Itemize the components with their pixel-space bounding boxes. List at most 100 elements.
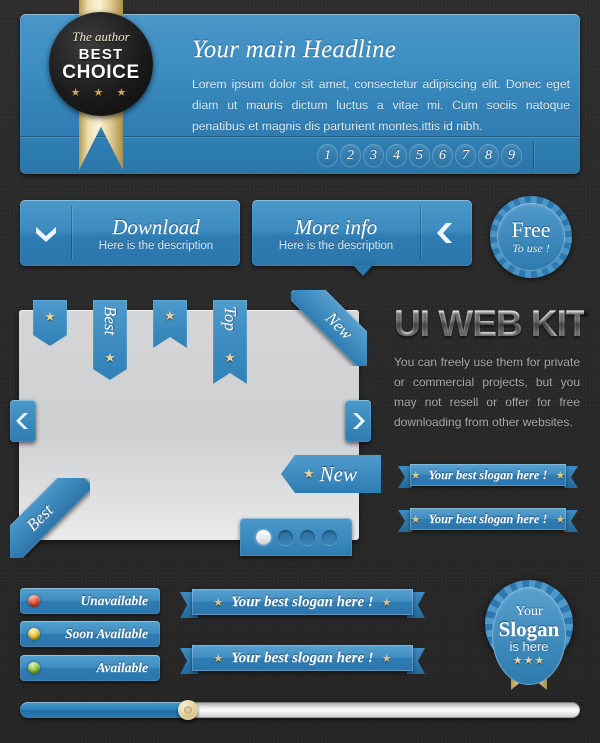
page-title: Your main Headline [192,36,397,63]
star-icon: ★ [44,309,56,324]
slider-handle[interactable] [178,700,198,720]
status-button-available[interactable]: Available [20,655,160,681]
ribbon-tail-right [564,510,578,532]
carousel-dot-4[interactable] [321,529,337,545]
carousel-dot-1[interactable] [255,529,271,545]
corner-ribbon-best[interactable]: Best [10,478,90,558]
more-info-button[interactable]: More info Here is the description [252,200,472,276]
chevron-left-icon [420,200,472,266]
ribbon-tab-top[interactable]: Top ★ [213,300,247,384]
star-icon: ★ [381,596,392,609]
ribbon-body: ★ Your best slogan here ! ★ [410,508,566,530]
pagination-item-8[interactable]: 8 [478,144,499,167]
pagination-item-6[interactable]: 6 [432,144,453,167]
pagination-item-7[interactable]: 7 [455,144,476,167]
chevron-left-glyph [437,223,452,243]
slogan-ribbon-1-label: Your best slogan here ! [428,467,548,482]
next-arrow-button[interactable] [345,400,371,442]
slogan-ribbon-3[interactable]: ★ Your best slogan here ! ★ [180,589,425,618]
carousel-dot-3[interactable] [299,529,315,545]
chevron-down-glyph [36,227,56,242]
corner-ribbon-new[interactable]: New [291,290,367,366]
free-badge-face: Free To use ! [497,203,565,271]
carousel-dot-2[interactable] [277,529,293,545]
award-disc: The author BEST CHOICE ★ ★ ★ [49,12,153,116]
star-icon: ★ [104,350,116,365]
slider-fill [20,702,188,718]
award-best-label: BEST [78,46,124,63]
ribbon-tail-right [564,466,578,488]
star-icon: ★ [303,466,315,481]
speech-tail [353,265,373,276]
download-button-text: Download Here is the description [72,200,240,266]
pagination-item-3[interactable]: 3 [363,144,384,167]
more-info-button-subtitle: Here is the description [278,239,394,252]
ribbon-tab-best[interactable]: Best ★ [93,300,127,380]
status-button-unavailable[interactable]: Unavailable [20,588,160,614]
ribbon-body: ★ Your best slogan here ! ★ [410,464,566,486]
corner-ribbon-best-label: Best [10,478,90,558]
more-info-button-text: More info Here is the description [252,200,420,266]
free-badge-line1: Free [511,216,551,242]
pagination-item-1[interactable]: 1 [317,144,338,167]
free-to-use-badge: Free To use ! [490,196,572,278]
slogan-ribbon-1[interactable]: ★ Your best slogan here ! ★ [398,464,578,488]
pagination-item-2[interactable]: 2 [340,144,361,167]
status-led-yellow-icon [28,628,40,640]
progress-slider[interactable] [20,700,580,720]
download-button-subtitle: Here is the description [98,239,214,252]
slogan-ribbon-2[interactable]: ★ Your best slogan here ! ★ [398,508,578,532]
chevron-down-icon [20,200,72,266]
slogan-badge-line2: Slogan [498,617,560,641]
slogan-ribbon-4[interactable]: ★ Your best slogan here ! ★ [180,645,425,674]
slogan-badge-line3: is here [509,639,549,654]
award-stars-icon: ★ ★ ★ [70,87,132,99]
chevron-right-icon [353,413,365,429]
ribbon-body: ★ Your best slogan here ! ★ [192,645,413,671]
chevron-left-icon [16,413,28,429]
new-flag-label: New [319,461,357,486]
star-icon: ★ [555,469,566,482]
hero-description: Lorem ipsum dolor sit amet, consectetur … [192,77,570,133]
slogan-badge: Your Slogan is here ★★★ [485,580,573,692]
star-icon: ★ [213,652,224,665]
free-badge-line2: To use ! [512,240,550,255]
status-led-green-icon [28,662,40,674]
prev-arrow-button[interactable] [10,400,36,442]
more-info-button-title: More info [294,214,378,239]
slogan-badge-face: Your Slogan is here ★★★ [492,587,566,685]
pagination-item-9[interactable]: 9 [501,144,522,167]
pagination-item-5[interactable]: 5 [409,144,430,167]
star-icon: ★ [410,513,421,526]
star-icon: ★ [213,596,224,609]
status-button-available-label: Available [96,660,149,675]
status-button-soon-available[interactable]: Soon Available [20,621,160,647]
ribbon-tab-best-label: Best [101,306,120,336]
award-author-label: The author [72,29,130,44]
ribbon-tab-top-label: Top [221,306,240,331]
slogan-badge-stars-icon: ★★★ [512,655,546,667]
pagination-item-4[interactable]: 4 [386,144,407,167]
slogan-ribbon-4-label: Your best slogan here ! [231,649,374,666]
ribbon-body: ★ Your best slogan here ! ★ [192,589,413,615]
corner-ribbon-new-label: New [291,290,367,366]
star-icon: ★ [555,513,566,526]
kit-description: You can freely use them for private or c… [394,355,580,429]
status-led-red-icon [28,595,40,607]
best-choice-award-badge: The author BEST CHOICE ★ ★ ★ [42,0,160,175]
carousel-dots[interactable] [240,518,352,556]
status-button-unavailable-label: Unavailable [80,593,149,608]
download-button[interactable]: Download Here is the description [20,200,240,266]
star-icon: ★ [381,652,392,665]
star-icon: ★ [410,469,421,482]
slogan-ribbon-3-label: Your best slogan here ! [231,593,374,610]
pagination[interactable]: 1 2 3 4 5 6 7 8 9 [317,144,522,167]
star-icon: ★ [164,308,176,323]
hero-content: Your main Headline Lorem ipsum dolor sit… [192,36,570,137]
slogan-ribbon-2-label: Your best slogan here ! [428,511,548,526]
star-icon: ★ [224,350,236,365]
award-choice-label: CHOICE [62,62,140,83]
download-button-title: Download [112,214,200,239]
status-button-soon-available-label: Soon Available [65,626,148,641]
new-flag-ribbon[interactable]: ★ New [281,455,381,493]
